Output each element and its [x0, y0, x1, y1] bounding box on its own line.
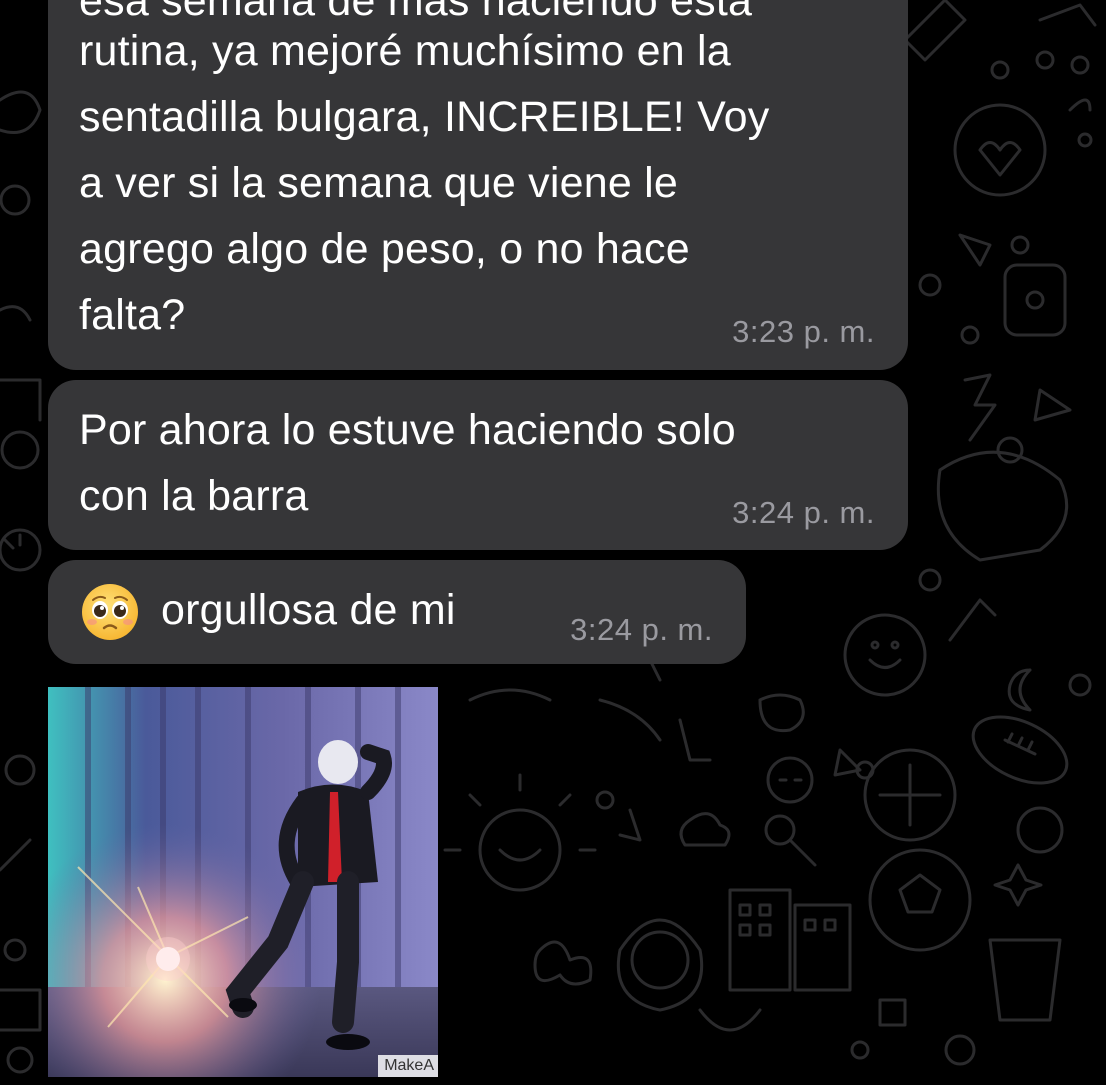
- message-timestamp: 3:23 p. m.: [732, 314, 875, 349]
- message-timestamp: 3:24 p. m.: [570, 612, 713, 647]
- gif-attachment[interactable]: MakeA: [48, 687, 438, 1077]
- gif-watermark: MakeA: [378, 1055, 438, 1077]
- message-timestamp: 3:24 p. m.: [732, 495, 875, 530]
- pleading-face-icon: [82, 584, 138, 640]
- message-bubble-2[interactable]: Por ahora lo estuve haciendo solo con la…: [48, 380, 908, 550]
- message-text: orgullosa de mi: [161, 586, 456, 634]
- message-bubble-1[interactable]: esa semana de mas haciendo esta rutina, …: [48, 0, 908, 370]
- dancing-man-gif: [48, 687, 438, 1077]
- message-bubble-3[interactable]: orgullosa de mi 3:24 p. m.: [48, 560, 746, 664]
- message-text: rutina, ya mejoré muchísimo en la sentad…: [79, 27, 770, 339]
- message-text: Por ahora lo estuve haciendo solo con la…: [79, 406, 736, 520]
